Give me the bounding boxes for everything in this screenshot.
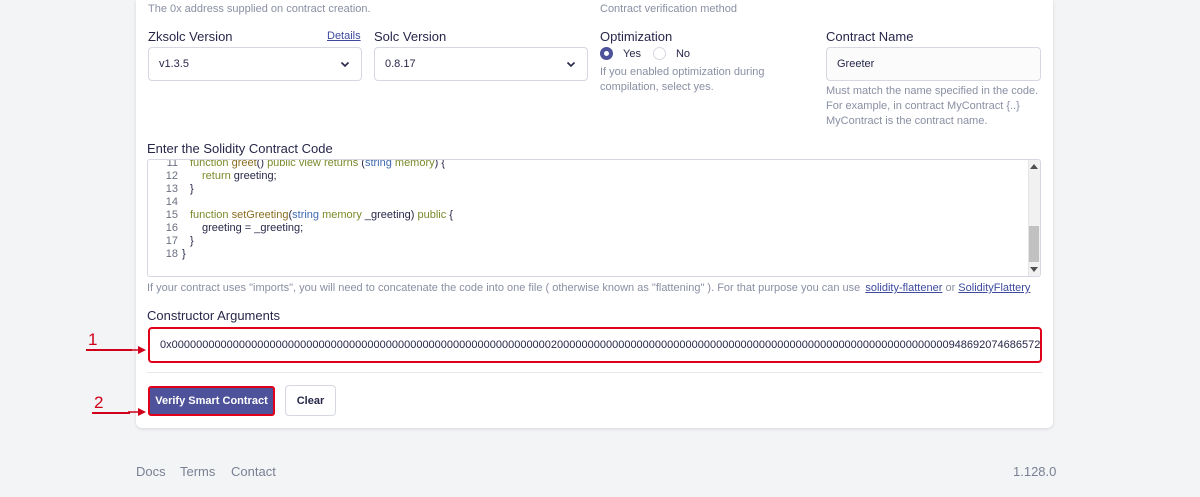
zksolc-details-link[interactable]: Details: [327, 30, 361, 42]
chevron-down-icon: [340, 61, 350, 68]
verify-smart-contract-button[interactable]: Verify Smart Contract: [148, 386, 275, 416]
contract-name-hint-line: For example, in contract MyContract {..}: [826, 100, 1020, 112]
verify-contract-card: The 0x address supplied on contract crea…: [136, 0, 1053, 428]
divider: [147, 372, 1042, 373]
clear-button[interactable]: Clear: [285, 385, 336, 416]
code-line: 15 function setGreeting(string memory _gr…: [148, 209, 1028, 222]
code-text: }: [182, 248, 186, 260]
code-editor[interactable]: 11 function greet() public view returns (…: [147, 159, 1041, 277]
optimization-radio-group: Yes No: [600, 47, 690, 60]
line-number: 18: [165, 248, 178, 260]
or-text: or: [945, 282, 956, 294]
code-text: return greeting;: [202, 170, 277, 182]
code-line: 17}: [148, 235, 1028, 248]
code-line: 14: [148, 196, 1028, 209]
footer-terms-link[interactable]: Terms: [180, 464, 215, 479]
line-number: 16: [165, 222, 178, 234]
contract-name-hint: Must match the name specified in the cod…: [826, 84, 1038, 129]
address-hint: The 0x address supplied on contract crea…: [148, 3, 371, 15]
annotation-arrow-icon: [128, 408, 146, 416]
code-text: greeting = _greeting;: [202, 222, 304, 234]
imports-hint: If your contract uses "imports", you wil…: [147, 282, 861, 294]
zksolc-version-value: v1.3.5: [159, 58, 189, 70]
annotation-arrow-icon: [126, 346, 146, 354]
line-number: 13: [165, 183, 178, 195]
scrollbar-thumb[interactable]: [1029, 226, 1039, 262]
solidity-flattener-link[interactable]: solidity-flattener: [865, 282, 942, 294]
optimization-hint-line: If you enabled optimization during: [600, 66, 765, 78]
chevron-down-icon: [566, 61, 576, 68]
optimization-label: Optimization: [600, 29, 673, 44]
code-line: 11 function greet() public view returns (…: [148, 159, 1028, 170]
optimization-hint-line: compilation, select yes.: [600, 81, 714, 93]
code-line: 18}: [148, 248, 1028, 261]
line-number: 15: [165, 209, 178, 221]
zksolc-version-select[interactable]: v1.3.5: [148, 47, 362, 81]
imports-hint-row: If your contract uses "imports", you wil…: [147, 281, 1030, 296]
code-lines: 11 function greet() public view returns (…: [148, 159, 1028, 261]
scroll-down-icon[interactable]: [1030, 267, 1038, 272]
zksolc-label: Zksolc Version: [148, 29, 233, 44]
footer-docs-link[interactable]: Docs: [136, 464, 166, 479]
app-version: 1.128.0: [1013, 464, 1057, 479]
optimization-hint: If you enabled optimization during compi…: [600, 65, 765, 95]
code-text: }: [190, 183, 194, 195]
constructor-arguments-value: 0x00000000000000000000000000000000000000…: [160, 339, 1042, 351]
line-number: 11: [166, 159, 178, 169]
constructor-arguments-label: Constructor Arguments: [147, 308, 280, 323]
optimization-yes-label: Yes: [623, 47, 641, 60]
solidity-flattery-link[interactable]: SolidityFlattery: [958, 282, 1030, 294]
optimization-no-label: No: [675, 47, 691, 60]
code-editor-scrollbar[interactable]: [1028, 160, 1040, 276]
contract-name-value: Greeter: [837, 58, 875, 70]
contract-name-input[interactable]: Greeter: [826, 47, 1041, 81]
constructor-arguments-input[interactable]: 0x00000000000000000000000000000000000000…: [148, 327, 1042, 363]
method-hint: Contract verification method: [600, 3, 737, 15]
code-line: 16 greeting = _greeting;: [148, 222, 1028, 235]
code-line: 13}: [148, 183, 1028, 196]
line-number: 12: [165, 170, 178, 182]
contract-name-label: Contract Name: [826, 29, 914, 44]
solc-version-select[interactable]: 0.8.17: [374, 47, 588, 81]
optimization-yes-radio[interactable]: [600, 47, 613, 60]
scroll-up-icon[interactable]: [1030, 164, 1038, 169]
code-text: function setGreeting(string memory _gree…: [190, 209, 453, 221]
code-line: 12 return greeting;: [148, 170, 1028, 183]
optimization-no-radio[interactable]: [652, 47, 666, 60]
solc-version-value: 0.8.17: [385, 58, 416, 70]
contract-name-hint-line: MyContract is the contract name.: [826, 115, 988, 127]
solc-label: Solc Version: [374, 29, 447, 44]
code-editor-label: Enter the Solidity Contract Code: [147, 141, 333, 156]
footer-contact-link[interactable]: Contact: [231, 464, 276, 479]
code-text: function greet() public view returns (st…: [190, 159, 446, 169]
line-number: 14: [165, 196, 178, 208]
contract-name-hint-line: Must match the name specified in the cod…: [826, 85, 1039, 97]
code-text: }: [190, 235, 194, 247]
line-number: 17: [165, 235, 178, 247]
